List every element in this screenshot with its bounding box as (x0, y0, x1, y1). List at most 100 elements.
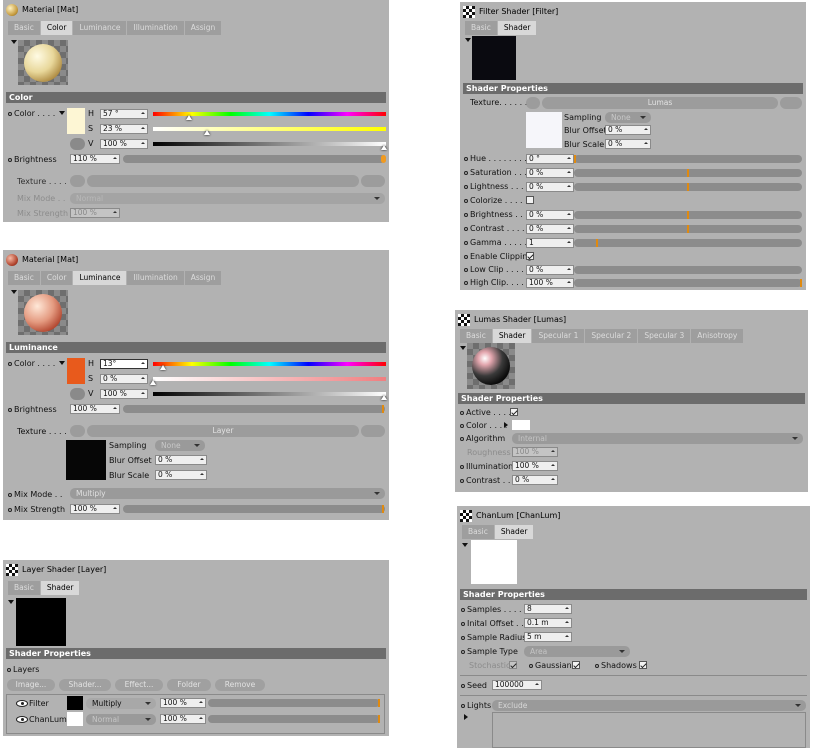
texture-menu-button[interactable] (70, 175, 85, 187)
tab-specular-3[interactable]: Specular 3 (638, 329, 691, 343)
texture-extra-button[interactable] (780, 97, 802, 109)
saturation-field[interactable]: 0 % (526, 168, 574, 178)
gamma-field[interactable]: 1 (526, 238, 574, 248)
illumination-field[interactable]: 100 % (512, 461, 558, 471)
layer-name[interactable]: Filter (29, 699, 49, 708)
high-clip-field[interactable]: 100 % (526, 278, 574, 288)
brightness-field[interactable]: 100 % (70, 404, 120, 414)
add-folder-button[interactable]: Folder (167, 679, 211, 691)
lights-dropdown[interactable]: Exclude (492, 700, 806, 711)
visibility-eye-icon[interactable] (16, 716, 28, 723)
saturation-gradient-slider[interactable] (153, 127, 386, 131)
remove-button[interactable]: Remove (215, 679, 265, 691)
saturation-field[interactable]: 23 % (100, 124, 148, 134)
sampling-dropdown[interactable]: None (605, 112, 651, 123)
shader-preview[interactable] (471, 540, 517, 584)
shader-preview[interactable] (467, 343, 515, 389)
hue-caret[interactable] (160, 365, 166, 370)
mix-mode-dropdown[interactable]: Normal (70, 193, 385, 204)
brightness-slider[interactable] (574, 211, 802, 219)
mix-strength-field[interactable]: 100 % (70, 504, 120, 514)
tab-illumination[interactable]: Illumination (127, 21, 184, 35)
add-effect-button[interactable]: Effect... (115, 679, 163, 691)
active-checkbox[interactable] (510, 408, 518, 416)
brightness-slider[interactable] (123, 405, 385, 413)
add-shader-button[interactable]: Shader... (59, 679, 111, 691)
blur-offset-field[interactable]: 0 % (605, 125, 651, 135)
mix-mode-dropdown[interactable]: Multiply (70, 488, 385, 499)
color-picker-button[interactable] (70, 138, 85, 150)
texture-menu-button[interactable] (70, 425, 85, 437)
layer-blend-dropdown[interactable]: Multiply (86, 698, 156, 709)
visibility-eye-icon[interactable] (16, 700, 28, 707)
contrast-field[interactable]: 0 % (526, 224, 574, 234)
hue-field[interactable]: 57 ° (100, 109, 148, 119)
layer-strength-field[interactable]: 100 % (160, 714, 206, 724)
hue-slider[interactable] (574, 155, 802, 163)
blur-scale-field[interactable]: 0 % (605, 139, 651, 149)
color-expand-icon[interactable] (504, 422, 508, 428)
algorithm-dropdown[interactable]: Internal (512, 433, 803, 444)
color-swatch[interactable] (512, 420, 530, 430)
enable-clipping-checkbox[interactable] (526, 252, 534, 260)
contrast-field[interactable]: 0 % (512, 475, 558, 485)
tab-shader[interactable]: Shader (492, 329, 532, 343)
brightness-field[interactable]: 0 % (526, 210, 574, 220)
tab-basic[interactable]: Basic (8, 581, 40, 595)
value-field[interactable]: 100 % (100, 389, 148, 399)
tab-shader[interactable]: Shader (497, 21, 537, 35)
tab-color[interactable]: Color (40, 271, 73, 285)
layer-name[interactable]: ChanLum (29, 715, 67, 724)
brightness-field[interactable]: 110 % (70, 154, 120, 164)
saturation-slider[interactable] (574, 169, 802, 177)
tab-specular-1[interactable]: Specular 1 (532, 329, 585, 343)
collapse-arrow-icon[interactable] (11, 40, 17, 44)
layer-strength-slider[interactable] (208, 715, 380, 723)
saturation-caret[interactable] (204, 130, 210, 135)
seed-field[interactable]: 100000 (492, 680, 542, 690)
color-menu-icon[interactable] (59, 361, 65, 365)
brightness-slider[interactable] (123, 155, 386, 163)
layer-blend-dropdown[interactable]: Normal (86, 714, 156, 725)
tab-assign[interactable]: Assign (184, 271, 222, 285)
high-clip-slider[interactable] (574, 279, 802, 287)
collapse-arrow-icon[interactable] (460, 346, 466, 350)
layer-strength-slider[interactable] (208, 699, 380, 707)
saturation-gradient-slider[interactable] (153, 377, 386, 381)
shadows-checkbox[interactable] (639, 661, 647, 669)
tab-basic[interactable]: Basic (460, 329, 492, 343)
list-expand-icon[interactable] (464, 714, 468, 720)
texture-button[interactable] (87, 175, 359, 187)
lightness-field[interactable]: 0 % (526, 182, 574, 192)
value-caret[interactable] (381, 145, 387, 150)
low-clip-slider[interactable] (574, 266, 802, 274)
shader-preview[interactable] (16, 598, 66, 646)
color-swatch[interactable] (67, 358, 85, 384)
low-clip-field[interactable]: 0 % (526, 265, 574, 275)
material-preview[interactable] (18, 40, 68, 85)
contrast-slider[interactable] (574, 225, 802, 233)
color-picker-button[interactable] (70, 388, 85, 400)
sampling-dropdown[interactable]: None (155, 440, 205, 451)
hue-caret[interactable] (186, 115, 192, 120)
layer-strength-field[interactable]: 100 % (160, 698, 206, 708)
texture-preview[interactable] (66, 440, 106, 480)
value-gradient-slider[interactable] (153, 392, 386, 396)
material-preview[interactable] (18, 290, 68, 335)
tab-basic[interactable]: Basic (8, 271, 40, 285)
collapse-arrow-icon[interactable] (8, 600, 14, 604)
gamma-slider[interactable] (574, 239, 802, 247)
collapse-arrow-icon[interactable] (11, 290, 17, 294)
mix-strength-slider[interactable] (123, 505, 385, 513)
tab-illumination[interactable]: Illumination (127, 271, 184, 285)
texture-extra-button[interactable] (361, 425, 385, 437)
tab-shader[interactable]: Shader (40, 581, 80, 595)
tab-specular-2[interactable]: Specular 2 (585, 329, 638, 343)
hue-gradient-slider[interactable] (153, 362, 386, 366)
tab-basic[interactable]: Basic (462, 525, 494, 539)
hue-field[interactable]: 0 ° (526, 154, 574, 164)
tab-luminance[interactable]: Luminance (73, 21, 127, 35)
add-image-button[interactable]: Image... (7, 679, 55, 691)
collapse-arrow-icon[interactable] (462, 543, 468, 547)
gaussian-checkbox[interactable] (572, 661, 580, 669)
